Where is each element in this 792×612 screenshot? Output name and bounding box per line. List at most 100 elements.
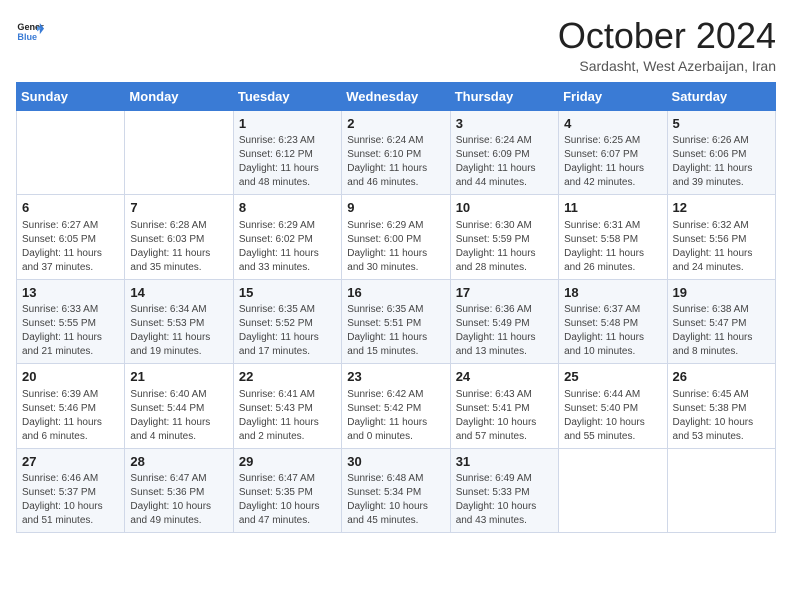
- day-number: 27: [22, 453, 119, 471]
- day-info: Sunrise: 6:41 AM Sunset: 5:43 PM Dayligh…: [239, 388, 336, 444]
- day-info: Sunrise: 6:47 AM Sunset: 5:36 PM Dayligh…: [130, 472, 227, 528]
- day-cell: 8 Sunrise: 6:29 AM Sunset: 6:02 PM Daylig…: [233, 195, 341, 280]
- day-number: 20: [22, 368, 119, 386]
- day-info: Sunrise: 6:28 AM Sunset: 6:03 PM Dayligh…: [130, 219, 227, 275]
- day-info: Sunrise: 6:44 AM Sunset: 5:40 PM Dayligh…: [564, 388, 661, 444]
- day-info: Sunrise: 6:32 AM Sunset: 5:56 PM Dayligh…: [673, 219, 770, 275]
- day-cell: 4Sunrise: 6:25 AM Sunset: 6:07 PM Daylig…: [559, 110, 667, 195]
- week-row-3: 13Sunrise: 6:33 AM Sunset: 5:55 PM Dayli…: [17, 279, 776, 364]
- day-cell: 26 Sunrise: 6:45 AM Sunset: 5:38 PM Dayli…: [667, 364, 775, 449]
- logo: General Blue: [16, 16, 44, 44]
- day-info: Sunrise: 6:24 AM Sunset: 6:10 PM Dayligh…: [347, 134, 444, 190]
- day-info: Sunrise: 6:48 AM Sunset: 5:34 PM Dayligh…: [347, 472, 444, 528]
- day-number: 19: [673, 284, 770, 302]
- day-number: 30: [347, 453, 444, 471]
- day-number: 12: [673, 199, 770, 217]
- day-number: 18: [564, 284, 661, 302]
- day-cell: 28Sunrise: 6:47 AM Sunset: 5:36 PM Dayli…: [125, 448, 233, 533]
- col-saturday: Saturday: [667, 82, 775, 110]
- day-cell: 19Sunrise: 6:38 AM Sunset: 5:47 PM Dayli…: [667, 279, 775, 364]
- week-row-5: 27Sunrise: 6:46 AM Sunset: 5:37 PM Dayli…: [17, 448, 776, 533]
- day-number: 8: [239, 199, 336, 217]
- week-row-1: 1Sunrise: 6:23 AM Sunset: 6:12 PM Daylig…: [17, 110, 776, 195]
- day-cell: 7 Sunrise: 6:28 AM Sunset: 6:03 PM Daylig…: [125, 195, 233, 280]
- day-cell: 11 Sunrise: 6:31 AM Sunset: 5:58 PM Dayli…: [559, 195, 667, 280]
- day-number: 11: [564, 199, 661, 217]
- header: General Blue October 2024 Sardasht, West…: [16, 16, 776, 74]
- day-number: 26: [673, 368, 770, 386]
- day-info: Sunrise: 6:23 AM Sunset: 6:12 PM Dayligh…: [239, 134, 336, 190]
- day-number: 4: [564, 115, 661, 133]
- day-info: Sunrise: 6:45 AM Sunset: 5:38 PM Dayligh…: [673, 388, 770, 444]
- day-info: Sunrise: 6:46 AM Sunset: 5:37 PM Dayligh…: [22, 472, 119, 528]
- day-cell: 20Sunrise: 6:39 AM Sunset: 5:46 PM Dayli…: [17, 364, 125, 449]
- day-number: 9: [347, 199, 444, 217]
- day-number: 29: [239, 453, 336, 471]
- day-info: Sunrise: 6:29 AM Sunset: 6:02 PM Dayligh…: [239, 219, 336, 275]
- day-number: 6: [22, 199, 119, 217]
- svg-text:Blue: Blue: [17, 32, 37, 42]
- day-info: Sunrise: 6:49 AM Sunset: 5:33 PM Dayligh…: [456, 472, 553, 528]
- day-number: 28: [130, 453, 227, 471]
- col-thursday: Thursday: [450, 82, 558, 110]
- day-cell: 25 Sunrise: 6:44 AM Sunset: 5:40 PM Dayli…: [559, 364, 667, 449]
- week-row-4: 20Sunrise: 6:39 AM Sunset: 5:46 PM Dayli…: [17, 364, 776, 449]
- day-cell: [17, 110, 125, 195]
- day-cell: 24Sunrise: 6:43 AM Sunset: 5:41 PM Dayli…: [450, 364, 558, 449]
- day-info: Sunrise: 6:29 AM Sunset: 6:00 PM Dayligh…: [347, 219, 444, 275]
- col-tuesday: Tuesday: [233, 82, 341, 110]
- day-cell: 16Sunrise: 6:35 AM Sunset: 5:51 PM Dayli…: [342, 279, 450, 364]
- day-number: 21: [130, 368, 227, 386]
- day-number: 1: [239, 115, 336, 133]
- day-cell: 18Sunrise: 6:37 AM Sunset: 5:48 PM Dayli…: [559, 279, 667, 364]
- day-info: Sunrise: 6:37 AM Sunset: 5:48 PM Dayligh…: [564, 303, 661, 359]
- title-block: October 2024 Sardasht, West Azerbaijan, …: [558, 16, 776, 74]
- day-cell: 5Sunrise: 6:26 AM Sunset: 6:06 PM Daylig…: [667, 110, 775, 195]
- day-cell: 21 Sunrise: 6:40 AM Sunset: 5:44 PM Dayli…: [125, 364, 233, 449]
- day-cell: 22 Sunrise: 6:41 AM Sunset: 5:43 PM Dayli…: [233, 364, 341, 449]
- col-sunday: Sunday: [17, 82, 125, 110]
- day-cell: 12 Sunrise: 6:32 AM Sunset: 5:56 PM Dayli…: [667, 195, 775, 280]
- day-cell: 9 Sunrise: 6:29 AM Sunset: 6:00 PM Daylig…: [342, 195, 450, 280]
- location-subtitle: Sardasht, West Azerbaijan, Iran: [558, 58, 776, 74]
- day-number: 17: [456, 284, 553, 302]
- logo-icon: General Blue: [16, 16, 44, 44]
- day-cell: 15Sunrise: 6:35 AM Sunset: 5:52 PM Dayli…: [233, 279, 341, 364]
- day-info: Sunrise: 6:25 AM Sunset: 6:07 PM Dayligh…: [564, 134, 661, 190]
- day-number: 13: [22, 284, 119, 302]
- day-info: Sunrise: 6:27 AM Sunset: 6:05 PM Dayligh…: [22, 219, 119, 275]
- day-cell: 10 Sunrise: 6:30 AM Sunset: 5:59 PM Dayli…: [450, 195, 558, 280]
- day-cell: 3Sunrise: 6:24 AM Sunset: 6:09 PM Daylig…: [450, 110, 558, 195]
- day-info: Sunrise: 6:24 AM Sunset: 6:09 PM Dayligh…: [456, 134, 553, 190]
- day-number: 23: [347, 368, 444, 386]
- day-info: Sunrise: 6:30 AM Sunset: 5:59 PM Dayligh…: [456, 219, 553, 275]
- day-number: 10: [456, 199, 553, 217]
- day-info: Sunrise: 6:38 AM Sunset: 5:47 PM Dayligh…: [673, 303, 770, 359]
- day-number: 31: [456, 453, 553, 471]
- day-number: 15: [239, 284, 336, 302]
- day-number: 16: [347, 284, 444, 302]
- day-info: Sunrise: 6:40 AM Sunset: 5:44 PM Dayligh…: [130, 388, 227, 444]
- day-number: 25: [564, 368, 661, 386]
- day-cell: 1Sunrise: 6:23 AM Sunset: 6:12 PM Daylig…: [233, 110, 341, 195]
- day-number: 22: [239, 368, 336, 386]
- day-info: Sunrise: 6:34 AM Sunset: 5:53 PM Dayligh…: [130, 303, 227, 359]
- day-cell: 6 Sunrise: 6:27 AM Sunset: 6:05 PM Daylig…: [17, 195, 125, 280]
- day-cell: [559, 448, 667, 533]
- calendar-page: General Blue October 2024 Sardasht, West…: [0, 0, 792, 612]
- day-cell: [125, 110, 233, 195]
- day-info: Sunrise: 6:35 AM Sunset: 5:52 PM Dayligh…: [239, 303, 336, 359]
- day-info: Sunrise: 6:47 AM Sunset: 5:35 PM Dayligh…: [239, 472, 336, 528]
- day-cell: 30Sunrise: 6:48 AM Sunset: 5:34 PM Dayli…: [342, 448, 450, 533]
- day-info: Sunrise: 6:26 AM Sunset: 6:06 PM Dayligh…: [673, 134, 770, 190]
- calendar-table: Sunday Monday Tuesday Wednesday Thursday…: [16, 82, 776, 534]
- day-cell: 17Sunrise: 6:36 AM Sunset: 5:49 PM Dayli…: [450, 279, 558, 364]
- week-row-2: 6 Sunrise: 6:27 AM Sunset: 6:05 PM Daylig…: [17, 195, 776, 280]
- day-cell: 13Sunrise: 6:33 AM Sunset: 5:55 PM Dayli…: [17, 279, 125, 364]
- day-info: Sunrise: 6:35 AM Sunset: 5:51 PM Dayligh…: [347, 303, 444, 359]
- day-number: 7: [130, 199, 227, 217]
- day-info: Sunrise: 6:31 AM Sunset: 5:58 PM Dayligh…: [564, 219, 661, 275]
- day-info: Sunrise: 6:36 AM Sunset: 5:49 PM Dayligh…: [456, 303, 553, 359]
- day-number: 14: [130, 284, 227, 302]
- day-info: Sunrise: 6:33 AM Sunset: 5:55 PM Dayligh…: [22, 303, 119, 359]
